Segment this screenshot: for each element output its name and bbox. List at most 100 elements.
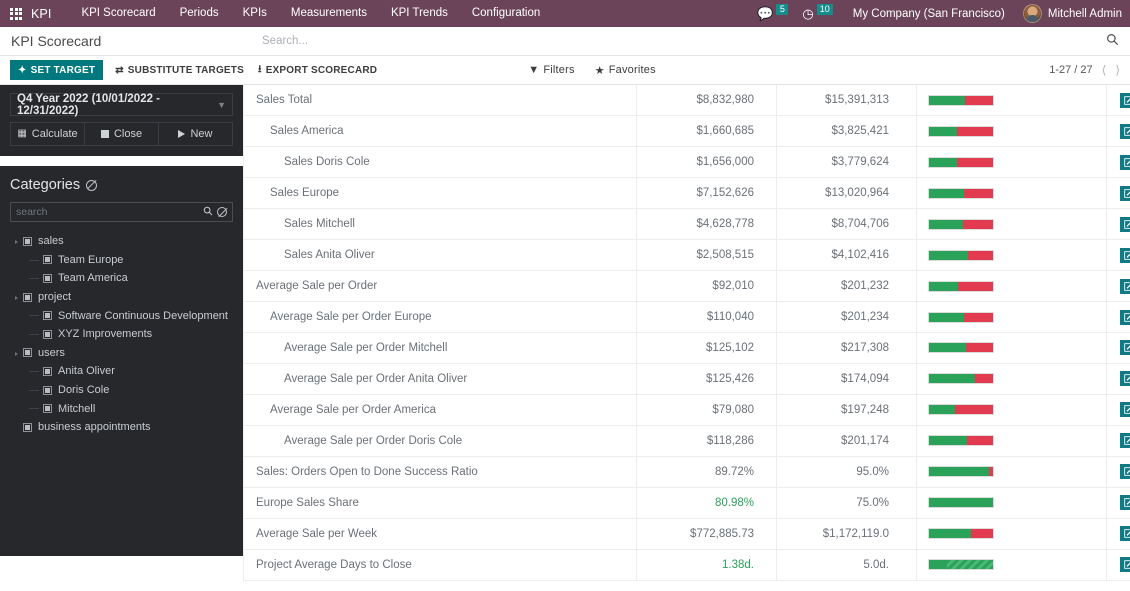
progress-striped-remainder bbox=[946, 560, 993, 570]
category-item[interactable]: users bbox=[10, 344, 233, 363]
pencil-square-icon[interactable] bbox=[1119, 340, 1130, 356]
table-row[interactable]: Sales: Orders Open to Done Success Ratio… bbox=[243, 456, 1130, 488]
pencil-square-icon[interactable] bbox=[1119, 247, 1130, 263]
substitute-targets-button[interactable]: ⇄ SUBSTITUTE TARGETS bbox=[113, 65, 246, 76]
table-row[interactable]: Sales America$1,660,685$3,825,421 ✖ bbox=[243, 115, 1130, 148]
checkbox[interactable] bbox=[43, 273, 52, 283]
close-period-button[interactable]: Close bbox=[85, 123, 159, 145]
pencil-square-icon[interactable] bbox=[1119, 371, 1130, 387]
pencil-square-icon[interactable] bbox=[1119, 154, 1130, 170]
category-item[interactable]: Team Europe bbox=[10, 251, 233, 270]
pencil-square-icon[interactable] bbox=[1119, 92, 1130, 108]
checkbox[interactable] bbox=[43, 311, 52, 321]
favorites-button[interactable]: ★ Favorites bbox=[593, 64, 658, 77]
table-row[interactable]: Project Average Days to Close 1.38d. 5.0d.… bbox=[243, 549, 1130, 581]
pencil-square-icon[interactable] bbox=[1119, 185, 1130, 201]
kpi-target-value: $174,094 bbox=[776, 363, 917, 395]
checkbox[interactable] bbox=[23, 422, 32, 432]
kpi-target-value: $201,234 bbox=[776, 301, 917, 333]
kpi-name: Average Sale per Order Doris Cole bbox=[243, 425, 637, 457]
search-input[interactable] bbox=[262, 35, 1106, 47]
table-row[interactable]: Average Sale per Order Mitchell $125,102 $… bbox=[243, 332, 1130, 364]
checkbox[interactable] bbox=[23, 348, 32, 358]
category-item[interactable]: Mitchell bbox=[10, 399, 233, 418]
categories-search-input[interactable] bbox=[16, 206, 199, 218]
categories-search[interactable] bbox=[10, 202, 233, 222]
menu-kpis[interactable]: KPIs bbox=[231, 0, 279, 27]
table-row[interactable]: Average Sale per Order America $79,080 $19… bbox=[243, 394, 1130, 426]
category-item[interactable]: sales bbox=[10, 232, 233, 251]
checkbox[interactable] bbox=[43, 385, 52, 395]
category-item[interactable]: Team America bbox=[10, 269, 233, 288]
no-entry-icon[interactable] bbox=[86, 179, 98, 191]
category-item[interactable]: XYZ Improvements bbox=[10, 325, 233, 344]
pencil-square-icon[interactable] bbox=[1119, 557, 1130, 573]
category-item[interactable]: Software Continuous Development bbox=[10, 306, 233, 325]
progress-bar bbox=[928, 218, 994, 230]
pencil-square-icon[interactable] bbox=[1119, 402, 1130, 418]
category-item[interactable]: Doris Cole bbox=[10, 381, 233, 400]
category-label: Mitchell bbox=[58, 402, 96, 415]
pencil-square-icon[interactable] bbox=[1119, 123, 1130, 139]
chevron-left-icon[interactable]: ⟨ bbox=[1102, 63, 1107, 77]
company-selector[interactable]: My Company (San Francisco) bbox=[853, 8, 1005, 20]
category-item[interactable]: project bbox=[10, 288, 233, 307]
new-period-button[interactable]: New bbox=[159, 123, 232, 145]
pencil-square-icon[interactable] bbox=[1119, 526, 1130, 542]
filters-button[interactable]: ▼ Filters bbox=[526, 64, 576, 76]
menu-kpi-scorecard[interactable]: KPI Scorecard bbox=[69, 0, 167, 27]
kpi-name: Average Sale per Week bbox=[243, 518, 637, 550]
categories-panel: Categories sales Team Europe Team America p… bbox=[0, 166, 243, 556]
period-selector[interactable]: Q4 Year 2022 (10/01/2022 - 12/31/2022) ▼ bbox=[10, 93, 233, 117]
progress-achieved bbox=[929, 95, 966, 105]
grid-apps-icon[interactable] bbox=[10, 7, 22, 20]
checkbox[interactable] bbox=[43, 366, 52, 376]
search-bar[interactable] bbox=[243, 27, 1130, 55]
search-icon[interactable] bbox=[1106, 33, 1129, 49]
table-row[interactable]: Average Sale per Order Anita Oliver $125,… bbox=[243, 363, 1130, 395]
row-action-group: ✖ bbox=[1107, 123, 1130, 139]
menu-periods[interactable]: Periods bbox=[168, 0, 231, 27]
calculate-button[interactable]: ▦ Calculate bbox=[11, 123, 85, 145]
pencil-square-icon[interactable] bbox=[1119, 495, 1130, 511]
category-item[interactable]: business appointments bbox=[10, 418, 233, 437]
table-row[interactable]: Europe Sales Share80.98%75.0% ✖ bbox=[243, 487, 1130, 519]
kpi-progress-cell bbox=[916, 146, 1107, 179]
menu-measurements[interactable]: Measurements bbox=[279, 0, 379, 27]
menu-kpi-trends[interactable]: KPI Trends bbox=[379, 0, 460, 27]
menu-configuration[interactable]: Configuration bbox=[460, 0, 552, 27]
category-item[interactable]: Anita Oliver bbox=[10, 362, 233, 381]
pencil-square-icon[interactable] bbox=[1119, 309, 1130, 325]
table-row[interactable]: Sales Mitchell$4,628,778$8,704,706 ✖ bbox=[243, 208, 1130, 241]
table-row[interactable]: Sales Europe$7,152,626$13,020,964 ✖ bbox=[243, 177, 1130, 210]
user-menu[interactable]: Mitchell Admin bbox=[1022, 4, 1122, 23]
progress-bar bbox=[928, 311, 994, 323]
clear-search-icon[interactable] bbox=[217, 207, 227, 217]
search-icon[interactable] bbox=[203, 206, 213, 219]
table-row[interactable]: Average Sale per Order Doris Cole $118,28… bbox=[243, 425, 1130, 457]
table-row[interactable]: Sales Doris Cole$1,656,000$3,779,624 ✖ bbox=[243, 146, 1130, 179]
pencil-square-icon[interactable] bbox=[1119, 216, 1130, 232]
activities-button[interactable]: ◷ 10 bbox=[802, 4, 833, 20]
checkbox[interactable] bbox=[43, 329, 52, 339]
table-row[interactable]: Sales Total$8,832,980$15,391,313 ✖ bbox=[243, 85, 1130, 117]
set-target-button[interactable]: ✦ SET TARGET bbox=[10, 60, 104, 80]
kpi-current-value: 80.98% bbox=[636, 487, 777, 519]
app-name[interactable]: KPI bbox=[31, 7, 51, 21]
table-row[interactable]: Average Sale per Order Europe $110,040 $20… bbox=[243, 301, 1130, 333]
checkbox[interactable] bbox=[43, 255, 52, 265]
table-row[interactable]: Average Sale per Week $772,885.73 $1,172,1… bbox=[243, 518, 1130, 550]
checkbox[interactable] bbox=[43, 404, 52, 414]
checkbox[interactable] bbox=[23, 292, 32, 302]
action-bar: ✦ SET TARGET ⇄ SUBSTITUTE TARGETS ⭳ EXPO… bbox=[0, 56, 1130, 85]
checkbox[interactable] bbox=[23, 236, 32, 246]
export-scorecard-button[interactable]: ⭳ EXPORT SCORECARD bbox=[256, 62, 379, 79]
pencil-square-icon[interactable] bbox=[1119, 433, 1130, 449]
diamond-plus-icon: ✦ bbox=[18, 64, 27, 76]
chevron-right-icon[interactable]: ⟩ bbox=[1115, 63, 1120, 77]
pencil-square-icon[interactable] bbox=[1119, 464, 1130, 480]
table-row[interactable]: Sales Anita Oliver$2,508,515$4,102,416 ✖ bbox=[243, 239, 1130, 272]
table-row[interactable]: Average Sale per Order$92,010$201,232 ✖ bbox=[243, 270, 1130, 303]
messages-button[interactable]: 💬 5 bbox=[757, 4, 789, 20]
pencil-square-icon[interactable] bbox=[1119, 278, 1130, 294]
